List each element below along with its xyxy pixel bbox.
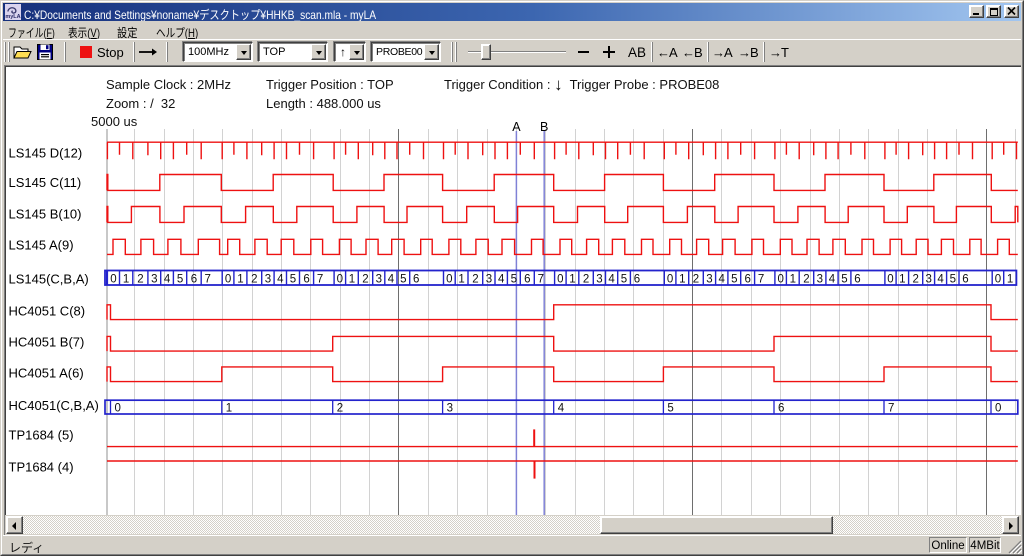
- svg-text:LS145 D(12): LS145 D(12): [9, 146, 83, 161]
- svg-text:5: 5: [731, 274, 737, 286]
- svg-text:0: 0: [110, 274, 116, 286]
- svg-text:TP1684 (5): TP1684 (5): [9, 428, 74, 443]
- svg-text:3: 3: [151, 274, 157, 286]
- svg-text:6: 6: [413, 274, 419, 286]
- svg-text:4: 4: [558, 403, 565, 415]
- svg-text:7: 7: [204, 274, 210, 286]
- svg-text:3: 3: [817, 274, 823, 286]
- svg-text:0: 0: [995, 274, 1001, 286]
- svg-text:4: 4: [388, 274, 395, 286]
- svg-text:4: 4: [829, 274, 836, 286]
- svg-text:3: 3: [265, 274, 271, 286]
- svg-text:6: 6: [854, 274, 860, 286]
- svg-text:4: 4: [277, 274, 284, 286]
- svg-text:LS145 B(10): LS145 B(10): [9, 207, 82, 222]
- svg-text:7: 7: [758, 274, 764, 286]
- svg-text:6: 6: [778, 403, 784, 415]
- svg-text:2: 2: [803, 274, 809, 286]
- svg-text:LS145(C,B,A): LS145(C,B,A): [9, 272, 89, 287]
- svg-text:7: 7: [888, 403, 894, 415]
- svg-text:5: 5: [667, 403, 673, 415]
- svg-text:5: 5: [400, 274, 406, 286]
- svg-text:3: 3: [596, 274, 602, 286]
- svg-text:3: 3: [706, 274, 712, 286]
- svg-text:0: 0: [777, 274, 783, 286]
- svg-text:4: 4: [608, 274, 615, 286]
- svg-text:LS145 C(11): LS145 C(11): [9, 175, 82, 190]
- svg-text:0: 0: [667, 274, 673, 286]
- svg-text:2: 2: [137, 274, 143, 286]
- svg-text:0: 0: [225, 274, 231, 286]
- svg-text:B: B: [540, 120, 548, 134]
- svg-text:1: 1: [1007, 274, 1013, 286]
- svg-text:0: 0: [446, 274, 452, 286]
- svg-text:HC4051(C,B,A): HC4051(C,B,A): [9, 398, 99, 413]
- svg-text:1: 1: [899, 274, 905, 286]
- svg-text:7: 7: [317, 274, 323, 286]
- svg-text:7: 7: [538, 274, 544, 286]
- svg-text:6: 6: [303, 274, 309, 286]
- svg-text:4: 4: [164, 274, 171, 286]
- svg-text:1: 1: [349, 274, 355, 286]
- svg-text:0: 0: [995, 403, 1001, 415]
- svg-text:LS145 A(9): LS145 A(9): [9, 238, 74, 253]
- svg-text:2: 2: [337, 403, 343, 415]
- svg-text:5: 5: [511, 274, 517, 286]
- svg-text:HC4051 B(7): HC4051 B(7): [9, 335, 85, 350]
- svg-text:0: 0: [337, 274, 343, 286]
- svg-text:HC4051 C(8): HC4051 C(8): [9, 304, 86, 319]
- svg-text:5: 5: [290, 274, 296, 286]
- svg-text:TP1684 (4): TP1684 (4): [9, 460, 74, 475]
- svg-text:A: A: [512, 120, 521, 134]
- svg-text:1: 1: [123, 274, 129, 286]
- svg-text:4: 4: [937, 274, 944, 286]
- svg-text:2: 2: [472, 274, 478, 286]
- svg-text:1: 1: [679, 274, 685, 286]
- svg-text:6: 6: [962, 274, 968, 286]
- svg-text:6: 6: [634, 274, 640, 286]
- svg-text:2: 2: [693, 274, 699, 286]
- svg-text:1: 1: [569, 274, 575, 286]
- svg-text:2: 2: [912, 274, 918, 286]
- svg-text:5: 5: [177, 274, 183, 286]
- svg-text:4: 4: [718, 274, 725, 286]
- svg-text:6: 6: [524, 274, 530, 286]
- svg-text:HC4051 A(6): HC4051 A(6): [9, 366, 84, 381]
- svg-text:2: 2: [362, 274, 368, 286]
- svg-text:2: 2: [583, 274, 589, 286]
- svg-text:1: 1: [237, 274, 243, 286]
- svg-text:2: 2: [251, 274, 257, 286]
- svg-text:3: 3: [925, 274, 931, 286]
- svg-text:5: 5: [841, 274, 847, 286]
- svg-text:1: 1: [790, 274, 796, 286]
- svg-text:4: 4: [498, 274, 505, 286]
- svg-text:6: 6: [744, 274, 750, 286]
- svg-text:3: 3: [486, 274, 492, 286]
- svg-text:1: 1: [226, 403, 232, 415]
- svg-text:0: 0: [115, 403, 121, 415]
- svg-text:3: 3: [376, 274, 382, 286]
- svg-text:5: 5: [621, 274, 627, 286]
- svg-text:5: 5: [950, 274, 956, 286]
- svg-text:3: 3: [447, 403, 453, 415]
- svg-text:0: 0: [557, 274, 563, 286]
- svg-text:6: 6: [191, 274, 197, 286]
- svg-text:1: 1: [458, 274, 464, 286]
- svg-text:0: 0: [887, 274, 893, 286]
